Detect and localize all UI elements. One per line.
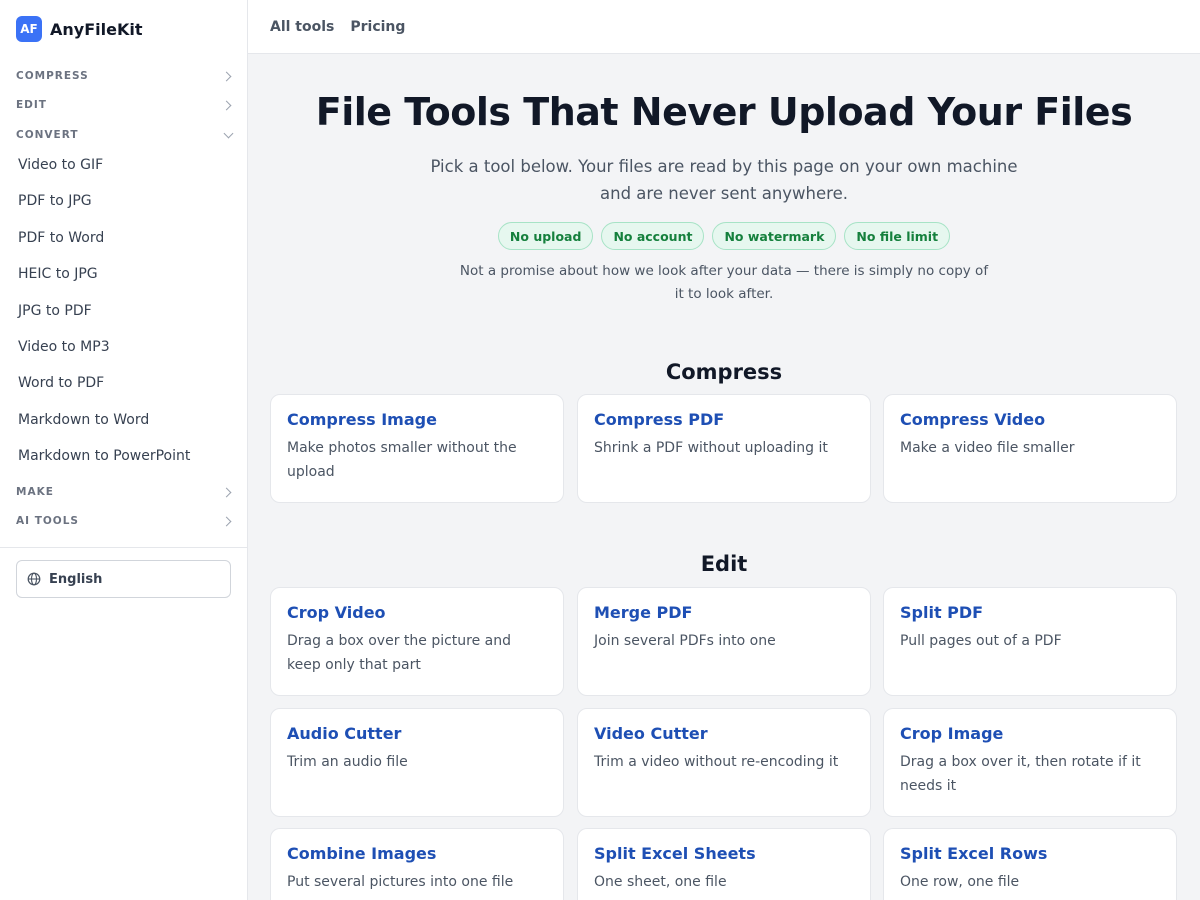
nav-group-convert[interactable]: CONVERT [16, 125, 234, 145]
tool-card-title: Compress PDF [594, 410, 725, 429]
tool-card-title: Compress Video [900, 410, 1046, 429]
tool-card-desc: Join several PDFs into one [594, 633, 776, 649]
section-title-compress: Compress [665, 360, 783, 384]
tool-card-combine-images[interactable]: Combine Images Put several pictures into… [270, 828, 564, 900]
tool-card-desc: One row, one file [900, 874, 1020, 890]
badge-no-upload: No upload [497, 222, 594, 250]
tool-card-desc: Trim a video without re-encoding it [594, 754, 839, 770]
tool-card-split-excel-rows[interactable]: Split Excel Rows One row, one file [883, 828, 1177, 900]
sidebar-item-heic-to-jpg[interactable]: HEIC to JPG [18, 264, 98, 284]
sidebar-item-pdf-to-jpg[interactable]: PDF to JPG [18, 191, 92, 211]
tool-card-title: Audio Cutter [287, 724, 402, 743]
language-label: English [49, 571, 103, 587]
sidebar-item-jpg-to-pdf[interactable]: JPG to PDF [18, 301, 92, 321]
tool-card-desc: Drag a box over it, then rotate if it ne… [900, 754, 1141, 794]
tool-card-title: Split Excel Sheets [594, 844, 756, 863]
tool-card-desc: Make photos smaller without the upload [287, 440, 517, 480]
tool-card-split-excel-sheets[interactable]: Split Excel Sheets One sheet, one file [577, 828, 871, 900]
hero-subtitle: Pick a tool below. Your files are read b… [430, 157, 1018, 203]
tool-card-crop-image[interactable]: Crop Image Drag a box over it, then rota… [883, 708, 1177, 817]
tool-card-title: Merge PDF [594, 603, 693, 622]
tool-card-desc: Trim an audio file [287, 754, 408, 770]
tool-card-title: Combine Images [287, 844, 437, 863]
sidebar-item-pdf-to-word[interactable]: PDF to Word [18, 228, 104, 248]
nav-pricing[interactable]: Pricing [350, 19, 405, 35]
nav-group-label: MAKE [16, 486, 54, 498]
brand-name: AnyFileKit [50, 19, 143, 39]
nav-group-ai-tools[interactable]: AI TOOLS [16, 511, 234, 531]
nav-group-label: EDIT [16, 99, 47, 111]
tool-card-split-pdf[interactable]: Split PDF Pull pages out of a PDF [883, 587, 1177, 696]
badge-no-watermark: No watermark [712, 222, 837, 250]
tool-card-title: Split Excel Rows [900, 844, 1048, 863]
chevron-right-icon [222, 99, 234, 111]
page-title: File Tools That Never Upload Your Files [315, 90, 1133, 134]
tool-card-compress-image[interactable]: Compress Image Make photos smaller witho… [270, 394, 564, 503]
brand-logo: AF [16, 16, 42, 42]
tool-card-title: Split PDF [900, 603, 984, 622]
tool-card-compress-video[interactable]: Compress Video Make a video file smaller [883, 394, 1177, 503]
language-selector[interactable]: English [16, 560, 231, 598]
chevron-down-icon [222, 129, 234, 141]
tool-card-merge-pdf[interactable]: Merge PDF Join several PDFs into one [577, 587, 871, 696]
tool-card-audio-cutter[interactable]: Audio Cutter Trim an audio file [270, 708, 564, 817]
section-title-edit: Edit [700, 552, 748, 576]
nav-group-label: CONVERT [16, 129, 79, 141]
sidebar-item-markdown-to-word[interactable]: Markdown to Word [18, 410, 149, 430]
hero-note: Not a promise about how we look after yo… [459, 263, 989, 302]
nav-group-edit[interactable]: EDIT [16, 95, 234, 115]
sidebar-divider [0, 547, 247, 548]
tool-card-desc: Make a video file smaller [900, 440, 1075, 456]
chevron-right-icon [222, 515, 234, 527]
tool-card-desc: One sheet, one file [594, 874, 727, 890]
sidebar: AF AnyFileKit COMPRESS EDIT CONVERT Vide… [0, 0, 248, 900]
sidebar-item-word-to-pdf[interactable]: Word to PDF [18, 373, 104, 393]
tool-card-desc: Pull pages out of a PDF [900, 633, 1062, 649]
badge-no-file-limit: No file limit [844, 222, 951, 250]
top-bar: All tools Pricing [248, 0, 1200, 54]
globe-icon [27, 572, 41, 586]
chevron-right-icon [222, 486, 234, 498]
feature-badges: No upload No account No watermark No fil… [248, 222, 1200, 250]
tool-card-title: Crop Video [287, 603, 386, 622]
tool-card-title: Compress Image [287, 410, 437, 429]
tool-card-desc: Put several pictures into one file [287, 874, 514, 890]
tool-card-desc: Shrink a PDF without uploading it [594, 440, 828, 456]
tool-card-title: Crop Image [900, 724, 1004, 743]
tool-card-desc: Drag a box over the picture and keep onl… [287, 633, 512, 673]
sidebar-item-video-to-gif[interactable]: Video to GIF [18, 155, 103, 175]
sidebar-item-video-to-mp3[interactable]: Video to MP3 [18, 337, 110, 357]
badge-no-account: No account [601, 222, 705, 250]
nav-group-compress[interactable]: COMPRESS [16, 66, 234, 86]
nav-group-make[interactable]: MAKE [16, 482, 234, 502]
tool-card-video-cutter[interactable]: Video Cutter Trim a video without re-enc… [577, 708, 871, 817]
sidebar-item-markdown-to-powerpoint[interactable]: Markdown to PowerPoint [18, 446, 190, 466]
nav-group-label: COMPRESS [16, 70, 89, 82]
tool-card-title: Video Cutter [594, 724, 708, 743]
nav-all-tools[interactable]: All tools [270, 19, 334, 35]
chevron-right-icon [222, 70, 234, 82]
nav-group-label: AI TOOLS [16, 515, 79, 527]
tool-card-compress-pdf[interactable]: Compress PDF Shrink a PDF without upload… [577, 394, 871, 503]
tool-card-crop-video[interactable]: Crop Video Drag a box over the picture a… [270, 587, 564, 696]
brand[interactable]: AF AnyFileKit [16, 16, 142, 42]
